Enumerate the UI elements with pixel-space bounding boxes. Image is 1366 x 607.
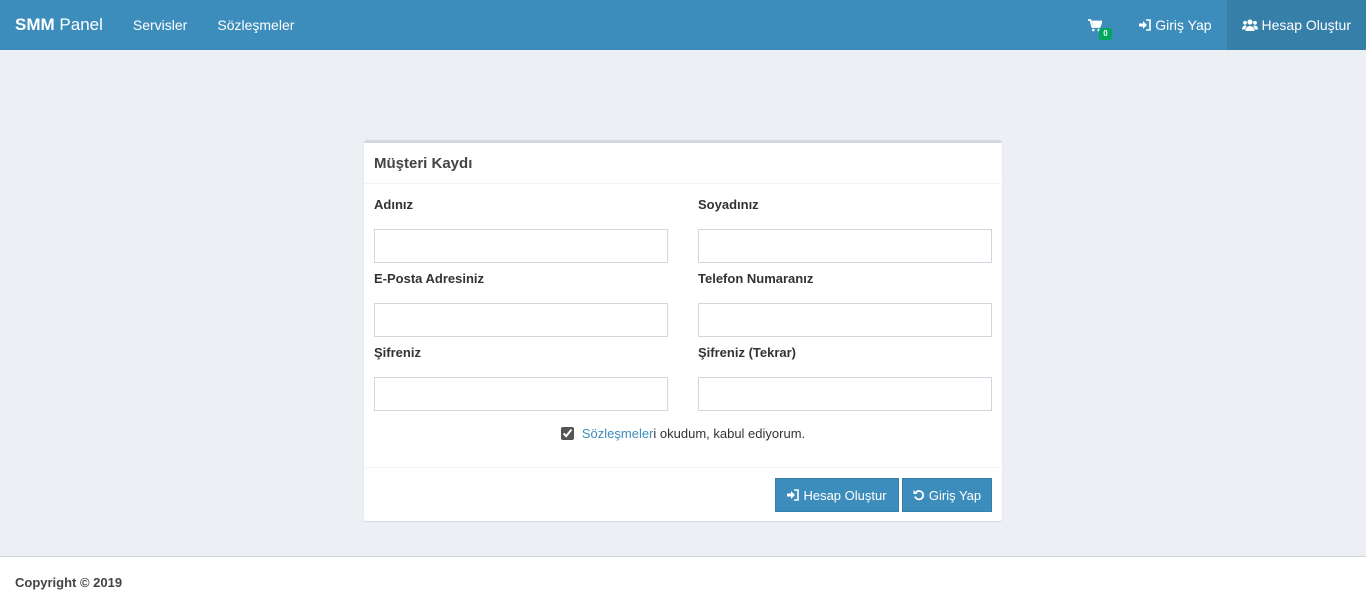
- nav-agreements-link[interactable]: Sözleşmeler: [202, 0, 309, 50]
- email-group: E-Posta Adresiniz: [374, 269, 668, 337]
- sign-in-icon: [787, 489, 800, 501]
- users-icon: [1241, 19, 1258, 31]
- password-label: Şifreniz: [374, 345, 421, 360]
- nav-services-link[interactable]: Servisler: [118, 0, 202, 50]
- main-nav: Servisler Sözleşmeler: [118, 0, 310, 50]
- phone-input[interactable]: [698, 303, 992, 337]
- box-footer: Hesap Oluştur Giriş Yap: [364, 467, 1002, 521]
- register-link-label: Hesap Oluştur: [1261, 17, 1351, 33]
- agreement-link[interactable]: Sözleşmeler: [582, 426, 654, 441]
- password-group: Şifreniz: [374, 343, 668, 411]
- password-input[interactable]: [374, 377, 668, 411]
- form-title: Müşteri Kaydı: [374, 154, 473, 172]
- register-link[interactable]: Hesap Oluştur: [1226, 0, 1366, 50]
- password-repeat-input[interactable]: [698, 377, 992, 411]
- email-label: E-Posta Adresiniz: [374, 271, 485, 286]
- undo-icon: [913, 489, 925, 501]
- agreement-checkbox[interactable]: [560, 427, 574, 440]
- page-footer: Copyright © 2019: [0, 556, 1366, 607]
- login-link-label: Giriş Yap: [1155, 17, 1212, 33]
- registration-box: Müşteri Kaydı Adınız Soyadınız E-Posta A…: [364, 140, 1002, 521]
- copyright-text: Copyright © 2019: [15, 574, 123, 590]
- agreement-row: Sözleşmeler i okudum, kabul ediyorum.: [364, 426, 1002, 441]
- first-name-input[interactable]: [374, 229, 668, 263]
- login-button[interactable]: Giriş Yap: [902, 478, 992, 512]
- user-nav: 0 Giriş Yap Hesap Oluştur: [1073, 0, 1366, 50]
- top-navbar: SMM Panel Servisler Sözleşmeler 0 Giriş …: [0, 0, 1366, 50]
- brand-bold: SMM: [15, 15, 55, 34]
- last-name-label: Soyadınız: [698, 197, 759, 212]
- cart-button[interactable]: 0: [1073, 18, 1124, 40]
- box-header: Müşteri Kaydı: [364, 143, 1002, 184]
- login-link[interactable]: Giriş Yap: [1124, 0, 1226, 50]
- last-name-input[interactable]: [698, 229, 992, 263]
- create-account-button[interactable]: Hesap Oluştur: [775, 478, 899, 512]
- agreement-text: okudum, kabul ediyorum.: [656, 426, 806, 441]
- login-button-label: Giriş Yap: [928, 487, 982, 503]
- cart-count-badge: 0: [1099, 27, 1112, 40]
- registration-form: Adınız Soyadınız E-Posta Adresiniz Telef…: [364, 184, 1002, 467]
- first-name-label: Adınız: [374, 197, 413, 212]
- last-name-group: Soyadınız: [698, 195, 992, 263]
- brand-light: Panel: [59, 15, 103, 34]
- brand-logo[interactable]: SMM Panel: [15, 0, 103, 50]
- phone-label: Telefon Numaranız: [698, 271, 814, 286]
- password-repeat-label: Şifreniz (Tekrar): [698, 345, 797, 360]
- create-account-label: Hesap Oluştur: [803, 487, 887, 503]
- sign-in-icon: [1139, 19, 1152, 31]
- email-input[interactable]: [374, 303, 668, 337]
- phone-group: Telefon Numaranız: [698, 269, 992, 337]
- password-repeat-group: Şifreniz (Tekrar): [698, 343, 992, 411]
- first-name-group: Adınız: [374, 195, 668, 263]
